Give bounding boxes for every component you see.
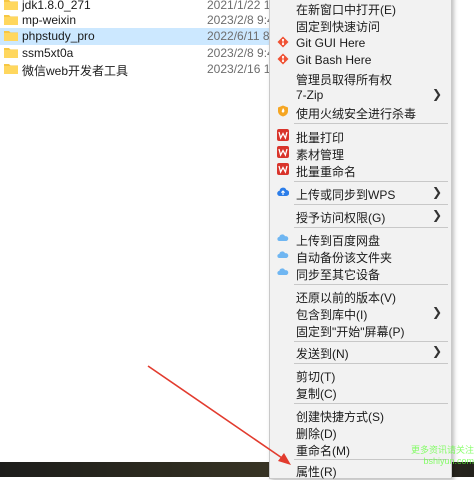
menu-7zip[interactable]: 7-Zip ❯ [270,86,451,103]
context-menu: 在新窗口中打开(E) 固定到快速访问 Git GUI Here Git Bash… [269,0,452,479]
folder-icon [4,15,18,25]
menu-batch-rename[interactable]: 批量重命名 [270,161,451,179]
chevron-right-icon: ❯ [431,344,442,358]
menu-wps-sync[interactable]: 上传或同步到WPS ❯ [270,184,451,202]
menu-create-shortcut[interactable]: 创建快捷方式(S) [270,406,451,424]
menu-grant-access[interactable]: 授予访问权限(G) ❯ [270,207,451,225]
baidu-cloud-icon [277,251,289,259]
menu-pin-start[interactable]: 固定到"开始"屏幕(P) [270,321,451,339]
menu-label: Git Bash Here [296,53,372,67]
file-name: mp-weixin [22,13,77,27]
menu-include-library[interactable]: 包含到库中(I) ❯ [270,304,451,322]
menu-divider [294,363,448,364]
menu-admin-owner[interactable]: 管理员取得所有权 [270,69,451,87]
menu-label: 批量重命名 [296,165,357,179]
menu-huorong-scan[interactable]: 使用火绒安全进行杀毒 [270,103,451,121]
menu-label: 属性(R) [296,465,337,479]
menu-label: 7-Zip [296,88,324,102]
menu-divider [294,284,448,285]
folder-icon [4,0,18,10]
menu-divider [294,227,448,228]
menu-git-gui[interactable]: Git GUI Here [270,34,451,51]
menu-delete[interactable]: 删除(D) [270,423,451,441]
menu-batch-print[interactable]: 批量打印 [270,127,451,145]
folder-icon [4,48,18,58]
menu-divider [294,341,448,342]
wps-icon [277,146,289,158]
file-row[interactable]: ssm5xt0a 2023/2/8 9:47 [0,45,300,62]
watermark-line: bshiyun.com [423,456,474,466]
menu-label: 授予访问权限(G) [296,211,386,225]
file-name: ssm5xt0a [22,46,74,60]
menu-label: 上传或同步到WPS [296,188,396,202]
file-name: 微信web开发者工具 [22,64,129,78]
menu-divider [294,181,448,182]
menu-copy[interactable]: 复制(C) [270,383,451,401]
menu-divider [294,123,448,124]
chevron-right-icon: ❯ [431,208,442,222]
menu-divider [294,403,448,404]
menu-material-manage[interactable]: 素材管理 [270,144,451,162]
file-row[interactable]: 微信web开发者工具 2023/2/16 13: [0,61,300,78]
menu-baidu-upload[interactable]: 上传到百度网盘 [270,230,451,248]
file-name: jdk1.8.0_271 [22,0,91,12]
chevron-right-icon: ❯ [431,87,442,101]
folder-icon [4,31,18,41]
watermark: 更多资讯请关注 bshiyun.com [388,445,474,471]
menu-label: 固定到"开始"屏幕(P) [296,325,405,339]
menu-label: 使用火绒安全进行杀毒 [296,107,417,121]
menu-label: 复制(C) [296,387,337,401]
chevron-right-icon: ❯ [431,305,442,319]
wps-icon [277,163,289,175]
menu-cut[interactable]: 剪切(T) [270,366,451,384]
cloud-upload-icon [277,187,289,197]
wps-icon [277,129,289,141]
menu-git-bash[interactable]: Git Bash Here [270,51,451,68]
menu-send-to[interactable]: 发送到(N) ❯ [270,343,451,361]
menu-label: 固定到快速访问 [296,20,381,34]
file-row[interactable]: mp-weixin 2023/2/8 9:47 [0,12,300,29]
menu-label: 重命名(M) [296,444,350,458]
shield-icon [278,105,288,117]
menu-label: 同步至其它设备 [296,268,381,282]
menu-label: 发送到(N) [296,347,349,361]
git-diamond-icon [277,36,289,48]
menu-divider [294,204,448,205]
git-diamond-icon [277,53,289,65]
watermark-line: 更多资讯请关注 [410,445,474,455]
folder-icon [4,64,18,74]
file-row-selected[interactable]: phpstudy_pro 2022/6/11 8:4 [0,28,300,45]
file-name: phpstudy_pro [22,29,95,43]
menu-open-new-window[interactable]: 在新窗口中打开(E) [270,0,451,17]
menu-auto-backup[interactable]: 自动备份该文件夹 [270,247,451,265]
baidu-cloud-icon [277,268,289,276]
chevron-right-icon: ❯ [431,185,442,199]
menu-sync-other[interactable]: 同步至其它设备 [270,264,451,282]
baidu-cloud-icon [277,234,289,242]
menu-restore-version[interactable]: 还原以前的版本(V) [270,287,451,305]
menu-label: Git GUI Here [296,36,366,50]
menu-pin-quick-access[interactable]: 固定到快速访问 [270,16,451,34]
